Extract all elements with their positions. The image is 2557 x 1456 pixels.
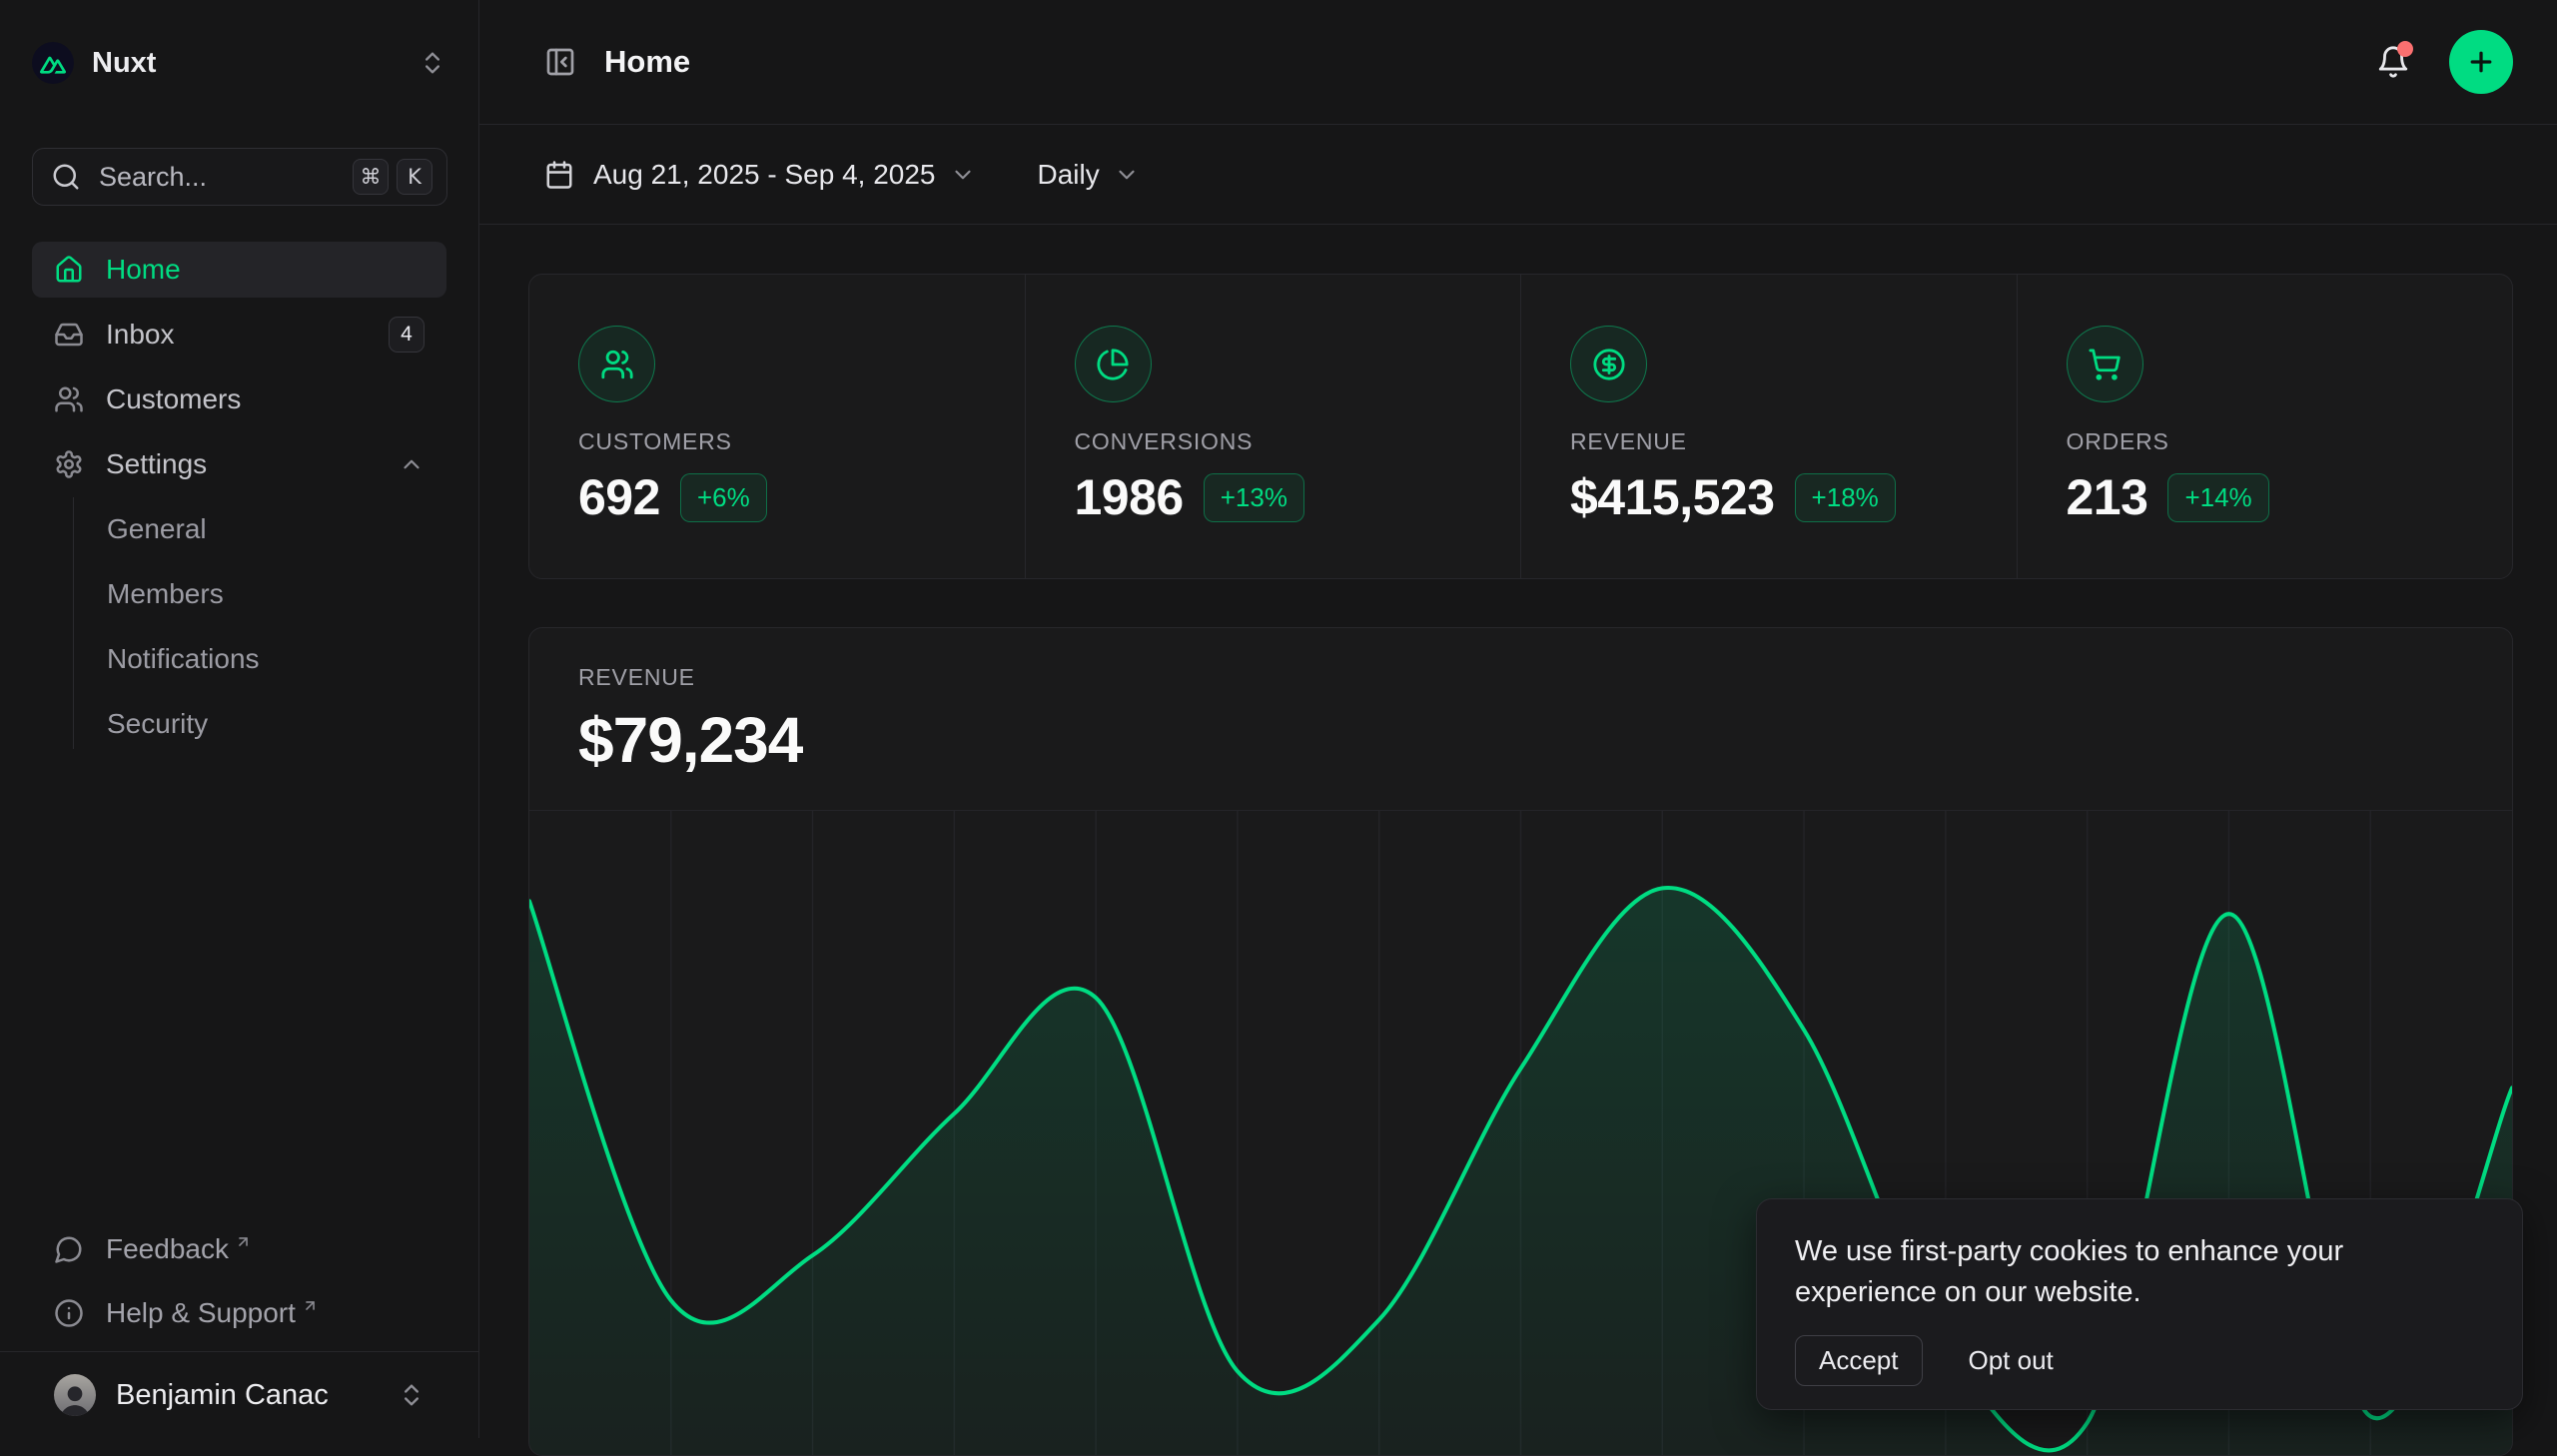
sidebar-item-notifications[interactable]: Notifications (32, 631, 446, 687)
chevrons-up-down-icon (419, 49, 446, 77)
sidebar-item-label: Customers (106, 383, 241, 415)
stat-delta-badge: +6% (680, 473, 767, 522)
sidebar-footer: Feedback Help & Support Benjamin Canac (0, 1221, 479, 1438)
sidebar-item-members[interactable]: Members (32, 566, 446, 622)
inbox-count-badge: 4 (389, 317, 425, 353)
stat-label: REVENUE (1570, 428, 1977, 455)
search-placeholder: Search... (99, 162, 345, 193)
info-icon (54, 1298, 84, 1328)
stat-conversions: CONVERSIONS 1986 +13% (1025, 275, 1521, 578)
stat-label: CUSTOMERS (578, 428, 985, 455)
kbd-k: K (397, 159, 432, 195)
stat-customers: CUSTOMERS 692 +6% (529, 275, 1025, 578)
sidebar-item-customers[interactable]: Customers (32, 371, 446, 427)
home-icon (54, 255, 84, 285)
sidebar-item-home[interactable]: Home (32, 242, 446, 298)
revenue-chart-value: $79,234 (578, 703, 2512, 777)
date-range-value: Aug 21, 2025 - Sep 4, 2025 (593, 159, 936, 191)
dollar-circle-icon (1570, 326, 1647, 402)
stat-value: 1986 (1075, 468, 1184, 526)
external-link-icon (235, 1233, 252, 1250)
search-icon (51, 162, 81, 192)
cookie-accept-button[interactable]: Accept (1795, 1335, 1923, 1386)
sidebar-collapse-button[interactable] (544, 46, 576, 78)
sidebar-item-inbox[interactable]: Inbox 4 (32, 307, 446, 363)
help-support-link[interactable]: Help & Support (32, 1285, 447, 1341)
revenue-chart-label: REVENUE (578, 664, 2512, 691)
cookie-banner: We use first-party cookies to enhance yo… (1756, 1198, 2523, 1410)
external-link-icon (302, 1297, 319, 1314)
stats-summary-card: CUSTOMERS 692 +6% CONVERSIONS 1986 +13% (528, 274, 2513, 579)
stat-delta-badge: +18% (1795, 473, 1896, 522)
users-round-icon (578, 326, 655, 402)
help-support-label: Help & Support (106, 1297, 296, 1329)
inbox-icon (54, 320, 84, 350)
sidebar-nav: Home Inbox 4 Customers Settings (32, 242, 446, 501)
chevron-down-icon (950, 162, 976, 188)
sidebar-item-general[interactable]: General (32, 501, 446, 557)
pie-chart-icon (1075, 326, 1152, 402)
stat-label: ORDERS (2067, 428, 2473, 455)
workspace-switcher[interactable]: Nuxt (32, 36, 446, 90)
feedback-link[interactable]: Feedback (32, 1221, 447, 1277)
notification-dot (2397, 41, 2413, 57)
search-input[interactable]: Search... ⌘ K (32, 148, 447, 206)
users-icon (54, 384, 84, 414)
calendar-icon (544, 160, 574, 190)
notifications-button[interactable] (2371, 40, 2415, 84)
sidebar-item-security[interactable]: Security (32, 696, 446, 752)
chevron-down-icon (1114, 162, 1140, 188)
sidebar: Nuxt Search... ⌘ K Home Inbox 4 (0, 0, 479, 1438)
stat-orders: ORDERS 213 +14% (2017, 275, 2513, 578)
message-circle-icon (54, 1234, 84, 1264)
shopping-cart-icon (2067, 326, 2143, 402)
cookie-message: We use first-party cookies to enhance yo… (1795, 1231, 2484, 1313)
sidebar-item-label: Home (106, 254, 181, 286)
chevrons-up-down-icon (398, 1381, 426, 1409)
stat-delta-badge: +13% (1204, 473, 1304, 522)
user-menu-button[interactable]: Benjamin Canac (0, 1352, 479, 1438)
gear-icon (54, 449, 84, 479)
sidebar-item-settings[interactable]: Settings (32, 436, 446, 492)
stat-delta-badge: +14% (2167, 473, 2268, 522)
sidebar-item-label: Inbox (106, 319, 175, 351)
filters-toolbar: Aug 21, 2025 - Sep 4, 2025 Daily (479, 125, 2557, 225)
stat-value: 692 (578, 468, 660, 526)
page-header: Home (479, 0, 2557, 125)
stat-revenue: REVENUE $415,523 +18% (1520, 275, 2017, 578)
stat-value: $415,523 (1570, 468, 1775, 526)
stat-label: CONVERSIONS (1075, 428, 1481, 455)
chevron-up-icon (399, 451, 425, 477)
user-name: Benjamin Canac (116, 1379, 398, 1412)
feedback-label: Feedback (106, 1233, 229, 1265)
kbd-cmd: ⌘ (353, 159, 389, 195)
add-button[interactable] (2449, 30, 2513, 94)
granularity-select[interactable]: Daily (1038, 159, 1140, 191)
date-range-picker[interactable]: Aug 21, 2025 - Sep 4, 2025 (544, 159, 976, 191)
settings-subnav: General Members Notifications Security (32, 501, 446, 761)
page-title: Home (604, 44, 690, 80)
granularity-value: Daily (1038, 159, 1100, 191)
workspace-name: Nuxt (92, 47, 156, 80)
sidebar-item-label: Settings (106, 448, 207, 480)
avatar (54, 1374, 96, 1416)
cookie-optout-button[interactable]: Opt out (1969, 1345, 2054, 1376)
stat-value: 213 (2067, 468, 2148, 526)
nuxt-logo-icon (32, 42, 74, 84)
